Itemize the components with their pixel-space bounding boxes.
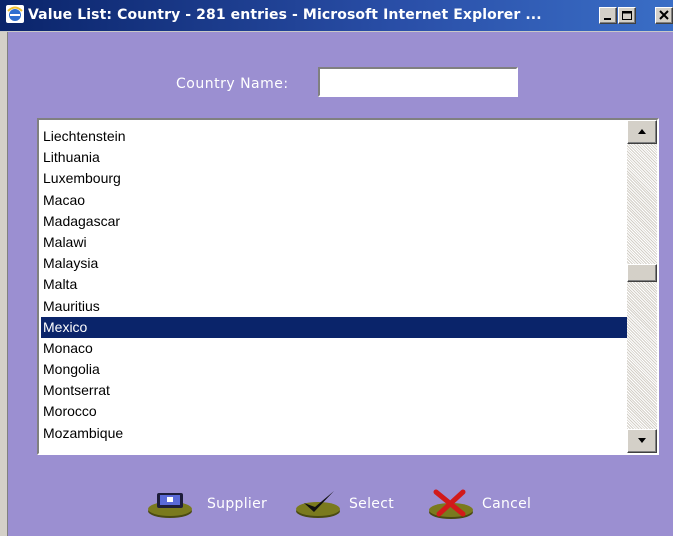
list-item[interactable]: Morocco <box>41 401 628 422</box>
list-item[interactable]: Madagascar <box>41 211 628 232</box>
minimize-icon <box>604 18 611 20</box>
maximize-icon <box>622 11 632 20</box>
window-title: Value List: Country - 281 entries - Micr… <box>28 7 542 23</box>
country-name-label: Country Name: <box>176 76 289 92</box>
list-item[interactable]: Lithuania <box>41 147 628 168</box>
list-item[interactable]: Liechtenstein <box>41 126 628 147</box>
list-item[interactable]: Monaco <box>41 338 628 359</box>
minimize-button[interactable] <box>599 7 617 24</box>
cancel-button[interactable]: Cancel <box>427 488 531 520</box>
list-item[interactable]: Macao <box>41 190 628 211</box>
checkmark-icon <box>296 491 340 518</box>
scroll-down-button[interactable] <box>627 429 657 453</box>
window-frame-edge <box>0 32 8 536</box>
maximize-button[interactable] <box>618 7 636 24</box>
country-list[interactable]: Liechtenstein Lithuania Luxembourg Macao Mad… <box>41 126 628 444</box>
list-item[interactable]: Malaysia <box>41 253 628 274</box>
list-item[interactable]: Montserrat <box>41 380 628 401</box>
list-item[interactable]: Malawi <box>41 232 628 253</box>
list-item[interactable]: Luxembourg <box>41 168 628 189</box>
country-listbox[interactable]: Liechtenstein Lithuania Luxembourg Macao Mad… <box>37 118 659 455</box>
title-bar[interactable]: Value List: Country - 281 entries - Micr… <box>0 0 673 32</box>
supplier-label: Supplier <box>207 496 268 512</box>
cancel-label: Cancel <box>482 496 532 512</box>
scroll-up-icon <box>638 129 646 134</box>
scrollbar-thumb[interactable] <box>627 264 657 282</box>
supplier-icon <box>148 493 192 518</box>
ie-icon <box>6 5 24 23</box>
close-button[interactable] <box>655 7 673 24</box>
select-label: Select <box>349 496 394 512</box>
vertical-scrollbar[interactable] <box>627 120 657 453</box>
list-item[interactable]: Mauritius <box>41 296 628 317</box>
scroll-up-button[interactable] <box>627 120 657 144</box>
list-item[interactable]: Malta <box>41 274 628 295</box>
country-name-input[interactable] <box>318 67 518 97</box>
select-button[interactable]: Select <box>294 488 394 520</box>
scroll-down-icon <box>638 438 646 443</box>
list-item[interactable]: Mongolia <box>41 359 628 380</box>
supplier-button[interactable]: Supplier <box>146 488 267 520</box>
list-item[interactable]: Mozambique <box>41 423 628 444</box>
close-icon <box>659 10 669 20</box>
cancel-x-icon <box>429 489 473 519</box>
list-item[interactable]: Mexico <box>41 316 628 338</box>
